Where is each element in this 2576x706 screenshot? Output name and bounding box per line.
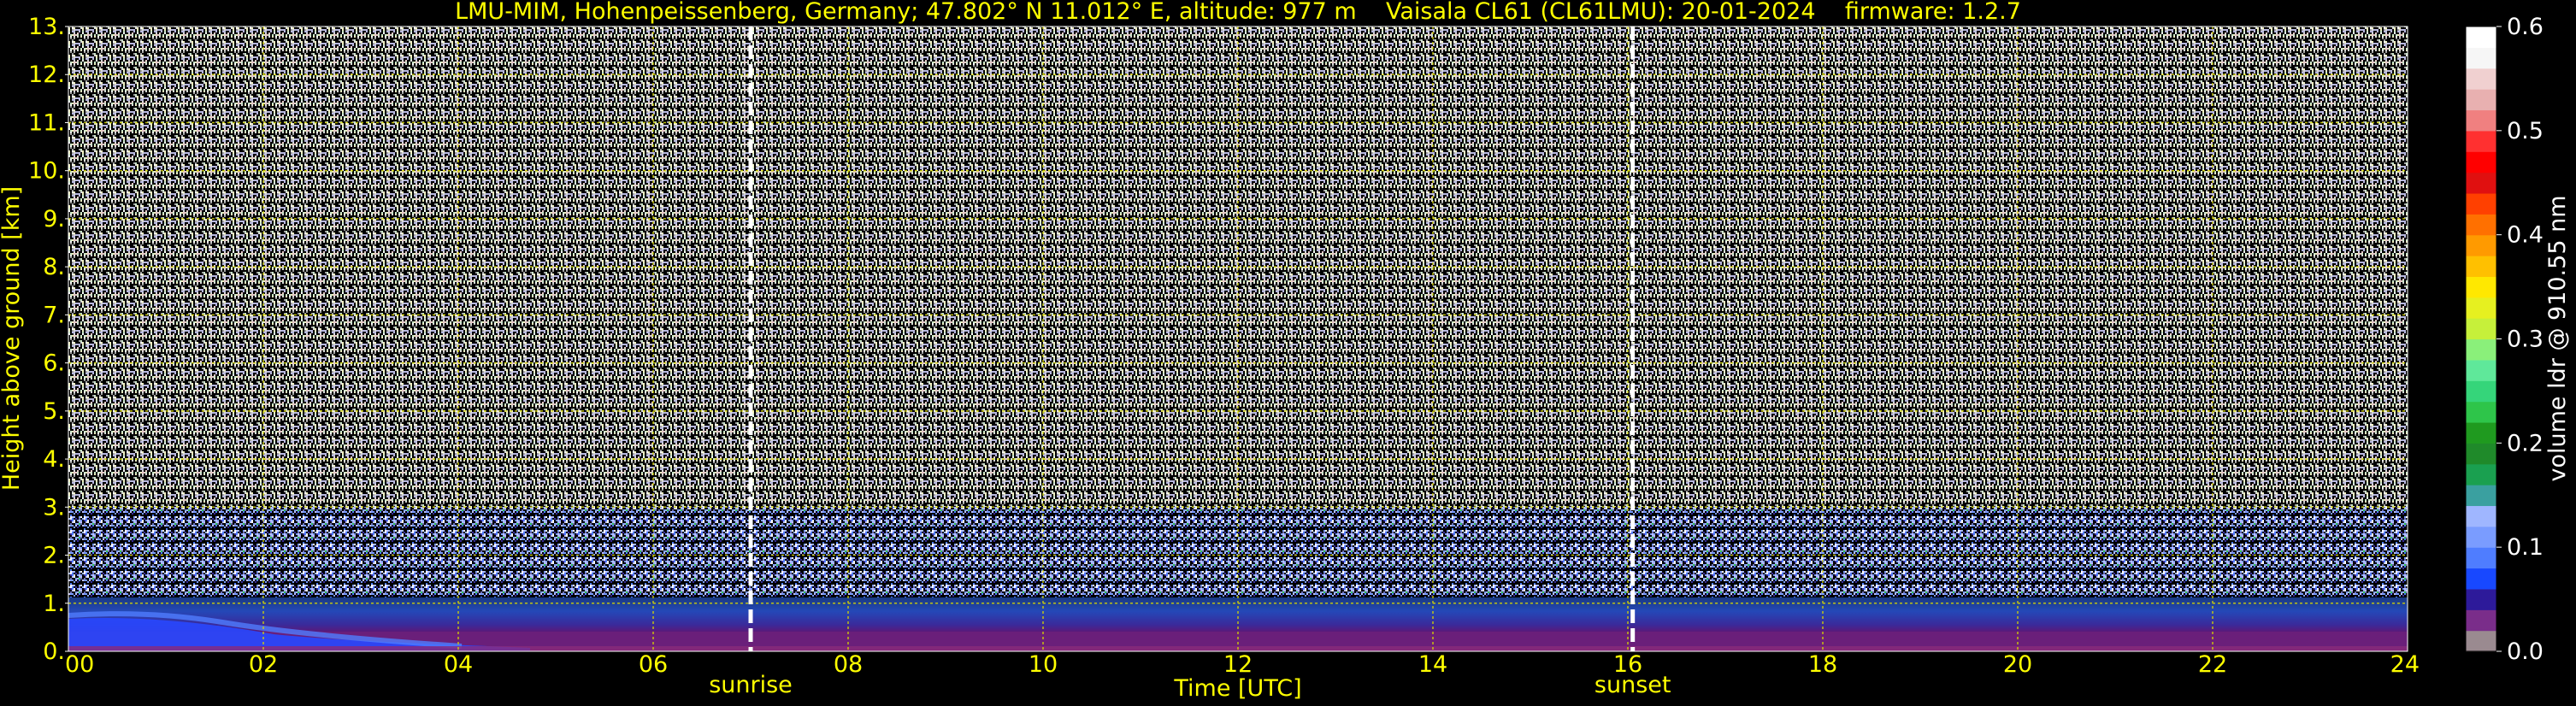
colorbar-segment (2466, 276, 2496, 298)
colorbar-tick-label: 0.6 (2507, 14, 2544, 40)
colorbar-segment (2466, 338, 2496, 361)
colorbar: 0.0 0.1 0.2 0.3 0.4 0.5 0.6 volume ldr @ 910.5… (2465, 14, 2571, 665)
y-tick-label: 10. (28, 158, 65, 185)
y-tick-label: 8. (43, 254, 65, 280)
colorbar-segment (2466, 609, 2496, 632)
colorbar-segment (2466, 172, 2496, 194)
y-tick-label: 3. (43, 494, 65, 521)
x-tick-label: 02 (249, 651, 278, 678)
y-tick-label: 0. (43, 638, 65, 665)
plot-area (68, 26, 2408, 652)
x-tick-labels: 00 02 04 06 08 10 12 14 16 18 20 22 24 (65, 651, 2420, 678)
y-tick-label: 12. (28, 62, 65, 88)
x-tick-label: 08 (834, 651, 863, 678)
colorbar-segment (2466, 568, 2496, 590)
x-tick-label: 10 (1029, 651, 1058, 678)
colorbar-segment (2466, 297, 2496, 319)
colorbar-label: volume ldr @ 910.55 nm (2544, 196, 2571, 482)
colorbar-tick-label: 0.2 (2507, 430, 2544, 456)
colorbar-tick-label: 0.0 (2507, 638, 2544, 665)
x-tick-label: 24 (2390, 651, 2420, 678)
x-tick-label: 20 (2003, 651, 2032, 678)
colorbar-segment (2466, 421, 2496, 444)
y-tick-label: 1. (43, 591, 65, 617)
colorbar-segment (2466, 318, 2496, 340)
colorbar-segment (2466, 380, 2496, 403)
annotation-label-sunset: sunset (1595, 672, 1671, 698)
colorbar-segment (2466, 109, 2496, 132)
colorbar-segment (2466, 89, 2496, 111)
colorbar-ticks: 0.0 0.1 0.2 0.3 0.4 0.5 0.6 (2496, 14, 2544, 665)
colorbar-tick-label: 0.5 (2507, 118, 2544, 144)
colorbar-segment (2466, 130, 2496, 152)
colorbar-segment (2466, 26, 2496, 48)
colorbar-segment (2466, 214, 2496, 236)
colorbar-segment (2466, 47, 2496, 69)
colorbar-tick-label: 0.4 (2507, 222, 2544, 249)
x-tick-label: 04 (444, 651, 473, 678)
chart-svg: LMU-MIM, Hohenpeissenberg, Germany; 47.8… (0, 0, 2571, 702)
annotation-label-sunrise: sunrise (709, 672, 793, 698)
y-tick-labels: 0. 1. 2. 3. 4. 5. 6. 7. 8. 9. 10. 11. 12. 13. (28, 14, 68, 665)
colorbar-segment (2466, 526, 2496, 548)
x-tick-label: 12 (1223, 651, 1253, 678)
colorbar-segment (2466, 547, 2496, 569)
x-tick-label: 22 (2198, 651, 2227, 678)
colorbar-tick-label: 0.3 (2507, 327, 2544, 353)
colorbar-segment (2466, 151, 2496, 174)
x-tick-label: 00 (65, 651, 94, 678)
y-axis-label: Height above ground [km] (0, 186, 25, 491)
x-tick-label: 18 (1808, 651, 1837, 678)
colorbar-segment (2466, 505, 2496, 527)
colorbar-segment (2466, 234, 2496, 256)
colorbar-segment (2466, 68, 2496, 90)
y-tick-label: 11. (28, 109, 65, 136)
colorbar-segment (2466, 485, 2496, 507)
y-tick-label: 9. (43, 206, 65, 232)
x-tick-label: 06 (639, 651, 668, 678)
colorbar-segment (2466, 443, 2496, 465)
colorbar-segment (2466, 463, 2496, 485)
colorbar-segment (2466, 401, 2496, 423)
y-tick-label: 4. (43, 446, 65, 473)
y-tick-label: 7. (43, 302, 65, 328)
colorbar-segment (2466, 256, 2496, 277)
x-tick-label: 14 (1418, 651, 1447, 678)
y-tick-label: 13. (28, 14, 65, 40)
chart-title: LMU-MIM, Hohenpeissenberg, Germany; 47.8… (455, 0, 2021, 25)
colorbar-segment (2466, 630, 2496, 652)
y-tick-label: 6. (43, 350, 65, 377)
y-tick-label: 2. (43, 543, 65, 569)
colorbar-segment (2466, 588, 2496, 610)
colorbar-tick-label: 0.1 (2507, 534, 2544, 561)
colorbar-segment (2466, 359, 2496, 381)
colorbar-segments (2466, 26, 2496, 652)
y-tick-label: 5. (43, 398, 65, 425)
colorbar-segment (2466, 192, 2496, 215)
chart-figure: LMU-MIM, Hohenpeissenberg, Germany; 47.8… (0, 0, 2576, 706)
x-axis-label: Time [UTC] (1173, 675, 1301, 702)
